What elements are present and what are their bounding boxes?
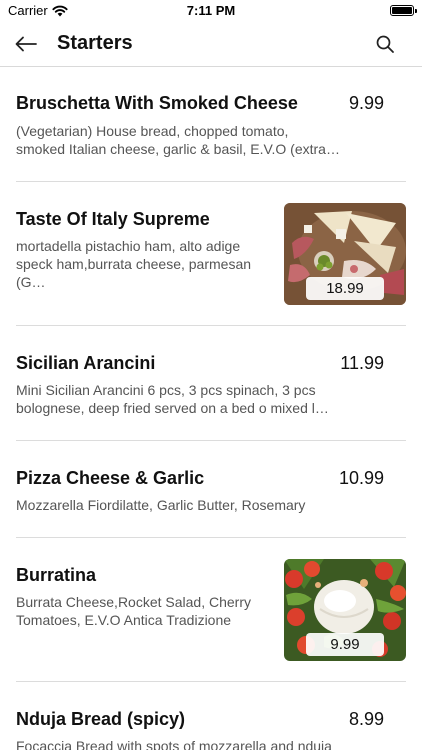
nav-bar: Starters: [0, 22, 422, 67]
menu-item-burratina[interactable]: Burratina Burrata Cheese,Rocket Salad, C…: [16, 538, 406, 682]
item-description-line: speck ham,burrata cheese, parmesan (G…: [16, 256, 252, 290]
item-description: Focaccia Bread with spots of mozzarella …: [16, 737, 346, 750]
search-button[interactable]: [372, 31, 398, 57]
item-name: Nduja Bread (spicy): [16, 709, 186, 729]
item-description-line: smoked Italian cheese, garlic & basil, E…: [16, 141, 340, 157]
item-description: Mini Sicilian Arancini 6 pcs, 3 pcs spin…: [16, 381, 346, 417]
item-price: 9.99: [348, 93, 384, 113]
menu-list: Bruschetta With Smoked Cheese (Vegetaria…: [0, 68, 422, 750]
menu-item-taste-of-italy[interactable]: Taste Of Italy Supreme mortadella pistac…: [16, 182, 406, 326]
battery-icon: [390, 5, 417, 16]
item-description-line: mortadella pistachio ham, alto adige: [16, 238, 241, 254]
item-name: Taste Of Italy Supreme: [16, 209, 210, 229]
item-name: Burratina: [16, 565, 97, 585]
item-description-line: Mozzarella Fiordilatte, Garlic Butter, R…: [16, 497, 306, 513]
menu-item-sicilian-arancini[interactable]: Sicilian Arancini Mini Sicilian Arancini…: [16, 326, 406, 441]
item-description-line: Burrata Cheese,Rocket Salad, Cherry: [16, 594, 251, 610]
item-description: (Vegetarian) House bread, chopped tomato…: [16, 122, 346, 158]
back-button[interactable]: [12, 31, 40, 57]
back-arrow-icon: [15, 36, 37, 52]
menu-item-nduja-bread[interactable]: Nduja Bread (spicy) Focaccia Bread with …: [16, 682, 406, 750]
item-name: Pizza Cheese & Garlic: [16, 468, 205, 488]
menu-item-pizza-cheese-garlic[interactable]: Pizza Cheese & Garlic Mozzarella Fiordil…: [16, 441, 406, 538]
item-price: 9.99: [306, 633, 384, 656]
item-name: Bruschetta With Smoked Cheese: [16, 93, 298, 113]
item-description-line: (Vegetarian) House bread, chopped tomato…: [16, 123, 289, 139]
item-price: 18.99: [306, 277, 384, 300]
status-bar: Carrier 7:11 PM: [0, 0, 422, 22]
search-icon: [376, 35, 394, 53]
item-description: Burrata Cheese,Rocket Salad, Cherry Toma…: [16, 593, 278, 629]
item-description: Mozzarella Fiordilatte, Garlic Butter, R…: [16, 496, 346, 514]
item-description: mortadella pistachio ham, alto adige spe…: [16, 237, 278, 291]
item-price: 10.99: [338, 468, 384, 488]
item-description-line: bolognese, deep fried served on a bed o …: [16, 400, 329, 416]
page-title: Starters: [57, 32, 133, 54]
item-price: 8.99: [348, 709, 384, 729]
menu-item-bruschetta[interactable]: Bruschetta With Smoked Cheese (Vegetaria…: [16, 68, 406, 182]
item-photo: 9.99: [284, 559, 406, 661]
item-description-line: Focaccia Bread with spots of mozzarella …: [16, 738, 332, 750]
status-time: 7:11 PM: [186, 3, 236, 18]
item-photo: 18.99: [284, 203, 406, 305]
item-name: Sicilian Arancini: [16, 353, 156, 373]
item-price: 11.99: [340, 353, 384, 373]
item-description-line: Mini Sicilian Arancini 6 pcs, 3 pcs spin…: [16, 382, 316, 398]
item-description-line: Tomatoes, E.V.O Antica Tradizione: [16, 612, 232, 628]
